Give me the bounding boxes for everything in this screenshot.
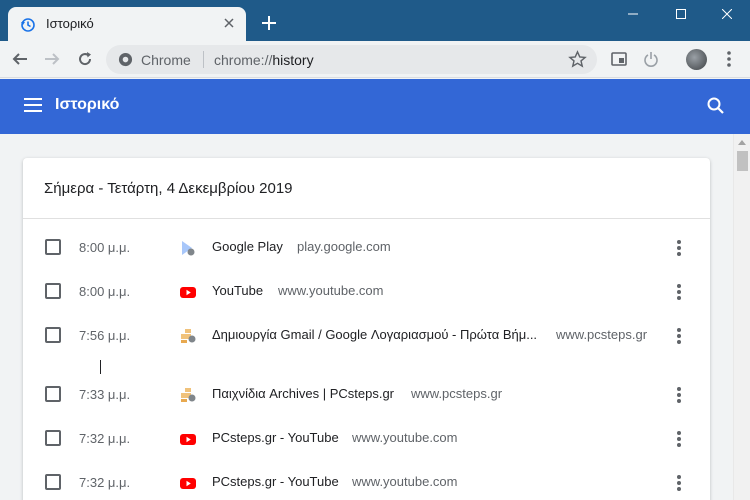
url-scheme: chrome:// xyxy=(214,52,273,68)
history-entry[interactable]: 8:00 μ.μ. YouTube www.youtube.com xyxy=(23,270,710,314)
entry-domain: www.youtube.com xyxy=(278,283,384,298)
history-card: Σήμερα - Τετάρτη, 4 Δεκεμβρίου 2019 8:00… xyxy=(23,158,710,500)
entry-time: 7:32 μ.μ. xyxy=(79,475,131,490)
entry-checkbox[interactable] xyxy=(45,430,61,446)
omnibox-divider xyxy=(203,51,204,68)
history-content: Σήμερα - Τετάρτη, 4 Δεκεμβρίου 2019 8:00… xyxy=(0,134,733,500)
entry-domain: www.youtube.com xyxy=(352,474,458,489)
maximize-button[interactable] xyxy=(658,0,704,28)
entry-more-actions-icon[interactable] xyxy=(671,326,687,346)
entry-time: 7:33 μ.μ. xyxy=(79,387,131,402)
extension-power-button[interactable] xyxy=(641,49,661,69)
tab-close-icon[interactable] xyxy=(220,14,238,32)
bookmark-star-icon[interactable] xyxy=(568,50,587,69)
entry-checkbox[interactable] xyxy=(45,239,61,255)
forward-button[interactable] xyxy=(40,47,64,71)
google-play-icon xyxy=(182,241,195,256)
entry-more-actions-icon[interactable] xyxy=(671,282,687,302)
history-entry[interactable]: 7:56 μ.μ. Δημιουργία Gmail / Google Λογα… xyxy=(23,314,710,358)
url-text: chrome://history xyxy=(214,52,314,68)
reload-icon xyxy=(79,52,92,66)
page-title: Ιστορικό xyxy=(55,96,120,113)
more-vert-icon xyxy=(727,51,731,67)
entry-title-link[interactable]: Παιχνίδια Archives | PCsteps.gr xyxy=(212,386,394,401)
minimize-button[interactable] xyxy=(610,0,656,28)
entry-time: 7:56 μ.μ. xyxy=(79,328,131,343)
chrome-menu-button[interactable] xyxy=(719,49,739,69)
window-title-bar: Ιστορικό xyxy=(0,0,750,41)
entry-domain: www.youtube.com xyxy=(352,430,458,445)
history-icon xyxy=(21,18,35,32)
chrome-icon xyxy=(118,52,133,67)
history-entry[interactable]: 8:00 μ.μ. Google Play play.google.com xyxy=(23,226,710,270)
entry-checkbox[interactable] xyxy=(45,474,61,490)
new-tab-button[interactable] xyxy=(258,12,280,34)
entry-more-actions-icon[interactable] xyxy=(671,429,687,449)
entry-title-link[interactable]: Δημιουργία Gmail / Google Λογαριασμού - … xyxy=(212,327,537,342)
scrollbar-thumb[interactable] xyxy=(737,151,748,171)
entry-more-actions-icon[interactable] xyxy=(671,385,687,405)
omnibox-chip: Chrome xyxy=(141,52,191,68)
page-scrollbar[interactable] xyxy=(733,134,750,500)
pcsteps-icon xyxy=(181,329,196,343)
arrow-right-icon xyxy=(45,53,60,65)
hamburger-menu-icon[interactable] xyxy=(24,98,42,112)
close-window-button[interactable] xyxy=(704,0,750,28)
entry-title-link[interactable]: YouTube xyxy=(212,283,263,298)
text-cursor xyxy=(100,360,101,374)
close-icon xyxy=(722,9,732,19)
card-divider xyxy=(23,218,710,219)
power-icon xyxy=(644,52,658,67)
tab-title: Ιστορικό xyxy=(46,16,94,31)
scroll-up-arrow-icon[interactable] xyxy=(734,134,750,150)
maximize-icon xyxy=(676,9,686,19)
history-entry[interactable]: 7:33 μ.μ. Παιχνίδια Archives | PCsteps.g… xyxy=(23,373,710,417)
browser-toolbar: Chrome chrome://history xyxy=(0,41,750,78)
entry-title-link[interactable]: PCsteps.gr - YouTube xyxy=(212,430,339,445)
entry-time: 8:00 μ.μ. xyxy=(79,240,131,255)
picture-in-picture-button[interactable] xyxy=(609,49,629,69)
arrow-left-icon xyxy=(12,53,27,65)
entry-domain: play.google.com xyxy=(297,239,391,254)
entry-checkbox[interactable] xyxy=(45,327,61,343)
history-header: Ιστορικό xyxy=(0,79,750,134)
youtube-icon xyxy=(180,434,196,445)
entry-checkbox[interactable] xyxy=(45,283,61,299)
address-bar[interactable]: Chrome chrome://history xyxy=(106,45,597,74)
entry-time: 8:00 μ.μ. xyxy=(79,284,131,299)
back-button[interactable] xyxy=(8,47,32,71)
date-heading: Σήμερα - Τετάρτη, 4 Δεκεμβρίου 2019 xyxy=(44,180,293,197)
entry-domain: www.pcsteps.gr xyxy=(556,327,648,342)
entry-title-link[interactable]: Google Play xyxy=(212,239,283,254)
search-icon[interactable] xyxy=(706,96,726,116)
url-host: history xyxy=(272,52,314,68)
entry-checkbox[interactable] xyxy=(45,386,61,402)
history-entry[interactable]: 7:32 μ.μ. PCsteps.gr - YouTube www.youtu… xyxy=(23,417,710,461)
youtube-icon xyxy=(180,287,196,298)
reload-button[interactable] xyxy=(73,47,97,71)
entry-domain: www.pcsteps.gr xyxy=(411,386,503,401)
entry-more-actions-icon[interactable] xyxy=(671,238,687,258)
plus-icon xyxy=(262,16,276,30)
minimize-icon xyxy=(628,13,638,15)
browser-tab-history[interactable]: Ιστορικό xyxy=(8,7,246,41)
entry-title-link[interactable]: PCsteps.gr - YouTube xyxy=(212,474,339,489)
picture-in-picture-icon xyxy=(611,52,627,66)
youtube-icon xyxy=(180,478,196,489)
profile-avatar[interactable] xyxy=(686,49,707,70)
entry-more-actions-icon[interactable] xyxy=(671,473,687,493)
history-entry[interactable]: 7:32 μ.μ. PCsteps.gr - YouTube www.youtu… xyxy=(23,461,710,500)
entry-time: 7:32 μ.μ. xyxy=(79,431,131,446)
pcsteps-icon xyxy=(181,388,196,402)
